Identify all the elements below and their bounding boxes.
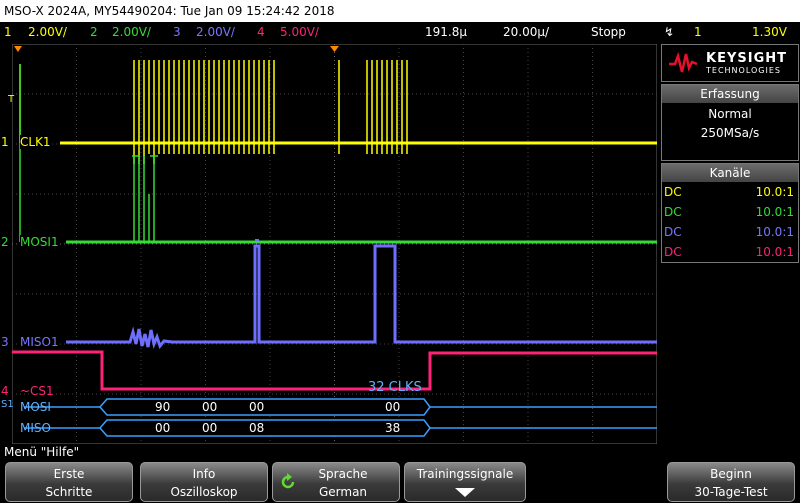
keysight-logo: KEYSIGHT TECHNOLOGIES	[661, 44, 799, 82]
channel-coupling: DC	[664, 205, 682, 219]
miso-byte: 08	[249, 421, 265, 435]
ch1-num[interactable]: 1	[4, 22, 12, 42]
ch2-num[interactable]: 2	[90, 22, 98, 42]
channel-probe: 10.0:1	[755, 245, 794, 259]
softkey-label: German	[318, 485, 368, 499]
title-bar: MSO-X 2024A, MY54490204: Tue Jan 09 15:2…	[0, 0, 800, 22]
ch2-scale[interactable]: 2.00V/	[112, 22, 151, 42]
t-marker: T	[8, 94, 15, 105]
mosi-byte: 00	[202, 400, 218, 414]
ch1-marker[interactable]: 1	[1, 135, 9, 149]
logo-sub: TECHNOLOGIES	[706, 66, 781, 75]
softkey-about-oscilloscope[interactable]: Info Oszilloskop	[140, 462, 268, 502]
ch1-scale[interactable]: 2.00V/	[28, 22, 67, 42]
ch3-scale[interactable]: 2.00V/	[196, 22, 235, 42]
channel-probe: 10.0:1	[755, 225, 794, 239]
clk-label: CLK1	[20, 135, 51, 149]
softkey-label: 30-Tage-Test	[694, 485, 768, 499]
keysight-wave-icon	[669, 52, 698, 73]
softkey-training-signals[interactable]: Trainingssignale	[404, 462, 526, 502]
softkey-label: Trainingssignale	[416, 467, 514, 481]
serial-marker[interactable]: S1	[1, 399, 14, 410]
ch2-marker[interactable]: 2	[1, 235, 9, 249]
channel-coupling: DC	[664, 185, 682, 199]
sample-rate: 250MSa/s	[700, 126, 760, 140]
miso-label: MISO1	[20, 335, 59, 349]
acquisition-header: Erfassung	[662, 85, 798, 103]
timebase-delay[interactable]: 191.8µ	[425, 22, 467, 42]
miso-byte: 38	[385, 421, 401, 435]
waveform-display[interactable]	[12, 44, 657, 444]
ch4-num[interactable]: 4	[257, 22, 265, 42]
logo-brand: KEYSIGHT	[706, 51, 787, 66]
trigger-edge-icon: ↯	[664, 25, 675, 39]
ch3-num[interactable]: 3	[173, 22, 181, 42]
softkey-label: Beginn	[710, 467, 752, 481]
channel-row: DC 10.0:1	[662, 182, 798, 202]
arrow-down-icon	[455, 488, 475, 497]
miso-byte: 00	[155, 421, 171, 435]
channels-header: Kanäle	[662, 164, 798, 182]
mosi-label: MOSI1	[20, 235, 59, 249]
cs-label: ~CS1	[20, 384, 54, 398]
softkey-getting-started[interactable]: Erste Schritte	[5, 462, 133, 502]
channel-probe: 10.0:1	[755, 185, 794, 199]
mosi-byte: 00	[249, 400, 265, 414]
channels-box[interactable]: Kanäle DC 10.0:1 DC 10.0:1 DC 10.0:1 DC …	[661, 163, 799, 263]
acquisition-mode: Normal	[708, 107, 752, 121]
channel-row: DC 10.0:1	[662, 202, 798, 222]
channel-coupling: DC	[664, 245, 682, 259]
miso-byte: 00	[202, 421, 218, 435]
rotate-knob-icon	[281, 473, 295, 489]
clk-count-label: 32 CLKS	[368, 380, 422, 395]
menu-title: Menü "Hilfe"	[4, 445, 80, 459]
ch4-scale[interactable]: 5.00V/	[280, 22, 319, 42]
acquisition-box[interactable]: Erfassung Normal 250MSa/s	[661, 84, 799, 161]
ch4-marker[interactable]: 4	[1, 384, 9, 398]
channel-coupling: DC	[664, 225, 682, 239]
softkey-label: Erste	[53, 467, 85, 481]
mosi-byte: 00	[385, 400, 401, 414]
softkey-label: Info	[192, 467, 216, 481]
trigger-level[interactable]: 1.30V	[752, 25, 787, 39]
timebase-scale[interactable]: 20.00µ/	[503, 22, 549, 42]
channel-row: DC 10.0:1	[662, 242, 798, 262]
bus-miso-label: MISO	[20, 421, 51, 435]
mosi-byte: 90	[155, 400, 171, 414]
run-status: Stopp	[591, 25, 626, 39]
channel-probe: 10.0:1	[755, 205, 794, 219]
bus-mosi-label: MOSI	[20, 400, 51, 414]
trigger-source[interactable]: 1	[694, 25, 702, 39]
softkey-label: Oszilloskop	[170, 485, 238, 499]
channel-status-bar: 1 2.00V/ 2 2.00V/ 3 2.00V/ 4 5.00V/ 191.…	[0, 22, 658, 42]
softkey-label: Schritte	[45, 485, 93, 499]
softkey-start-trial[interactable]: Beginn 30-Tage-Test	[667, 462, 795, 502]
softkey-language[interactable]: Sprache German	[272, 462, 400, 502]
ch3-marker[interactable]: 3	[1, 335, 9, 349]
channel-row: DC 10.0:1	[662, 222, 798, 242]
title-text: MSO-X 2024A, MY54490204: Tue Jan 09 15:2…	[4, 4, 335, 18]
